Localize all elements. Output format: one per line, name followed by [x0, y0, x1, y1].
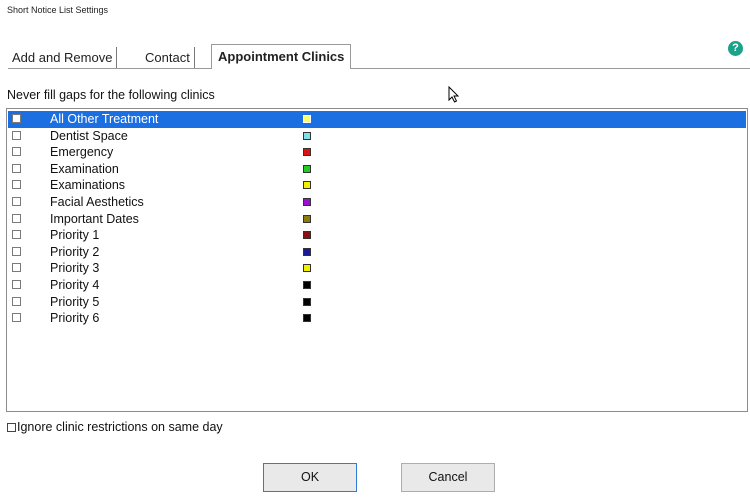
- clinic-checkbox[interactable]: [12, 213, 21, 223]
- section-label: Never fill gaps for the following clinic…: [7, 88, 215, 102]
- clinic-label: Important Dates: [50, 211, 139, 226]
- tab-bar: Add and Remove Contact Appointment Clini…: [8, 44, 750, 70]
- clinic-checkbox[interactable]: [12, 197, 21, 206]
- ignore-restrictions-option[interactable]: Ignore clinic restrictions on same day: [7, 420, 223, 434]
- clinic-color-swatch: [303, 131, 311, 140]
- clinic-checkbox[interactable]: [12, 114, 21, 123]
- clinic-label: Priority 1: [50, 228, 100, 243]
- clinic-list[interactable]: All Other Treatment Dentist Space Emergenc…: [6, 108, 748, 412]
- clinic-label: Dentist Space: [50, 128, 128, 143]
- help-icon[interactable]: ?: [728, 41, 743, 56]
- clinic-label: Emergency: [50, 145, 114, 160]
- clinic-color-swatch: [303, 231, 311, 240]
- clinic-checkbox[interactable]: [12, 147, 21, 157]
- clinic-color-swatch: [303, 198, 311, 206]
- clinic-row[interactable]: Priority 2: [8, 244, 746, 261]
- clinic-row[interactable]: All Other Treatment: [8, 111, 746, 128]
- clinic-label: Priority 3: [50, 261, 100, 276]
- ok-button[interactable]: OK: [263, 463, 357, 492]
- clinic-checkbox[interactable]: [12, 280, 21, 289]
- clinic-color-swatch: [303, 181, 311, 190]
- clinic-checkbox[interactable]: [12, 180, 21, 190]
- clinic-label: Examination: [50, 161, 119, 176]
- clinic-label: Priority 5: [50, 294, 100, 309]
- clinic-row[interactable]: Priority 1: [8, 227, 746, 244]
- tab-contact[interactable]: Contact: [141, 47, 195, 68]
- clinic-checkbox[interactable]: [12, 296, 21, 306]
- clinic-color-swatch: [303, 264, 311, 273]
- window-title: Short Notice List Settings: [7, 5, 109, 15]
- tab-appointment-clinics[interactable]: Appointment Clinics: [211, 44, 352, 69]
- clinic-label: All Other Treatment: [50, 112, 159, 126]
- clinic-color-swatch: [303, 247, 311, 256]
- clinic-row[interactable]: Dentist Space: [8, 128, 746, 145]
- clinic-row[interactable]: Examination: [8, 161, 746, 178]
- clinic-checkbox[interactable]: [12, 263, 21, 273]
- clinic-color-swatch: [303, 281, 311, 289]
- clinic-checkbox[interactable]: [12, 163, 21, 173]
- clinic-color-swatch: [303, 148, 311, 157]
- clinic-checkbox[interactable]: [12, 246, 21, 256]
- clinic-color-swatch: [303, 115, 311, 123]
- clinic-row[interactable]: Emergency: [8, 144, 746, 161]
- clinic-color-swatch: [303, 214, 311, 223]
- clinic-color-swatch: [303, 314, 311, 323]
- mouse-cursor-icon: [448, 86, 460, 103]
- clinic-label: Priority 6: [50, 311, 100, 326]
- clinic-label: Priority 4: [50, 278, 100, 292]
- tab-divider-line: [8, 68, 750, 69]
- tab-add-and-remove[interactable]: Add and Remove: [8, 47, 118, 68]
- ignore-restrictions-checkbox[interactable]: [7, 423, 16, 432]
- clinic-row[interactable]: Examinations: [8, 177, 746, 194]
- clinic-label: Facial Aesthetics: [50, 195, 144, 209]
- clinic-checkbox[interactable]: [12, 230, 21, 240]
- clinic-row[interactable]: Priority 3: [8, 260, 746, 277]
- clinic-row[interactable]: Priority 4: [8, 277, 746, 294]
- ignore-restrictions-label: Ignore clinic restrictions on same day: [17, 420, 223, 434]
- clinic-row[interactable]: Priority 5: [8, 294, 746, 311]
- clinic-row[interactable]: Priority 6: [8, 310, 746, 327]
- clinic-color-swatch: [303, 164, 311, 173]
- clinic-row[interactable]: Facial Aesthetics: [8, 194, 746, 211]
- clinic-label: Priority 2: [50, 244, 100, 259]
- clinic-row[interactable]: Important Dates: [8, 211, 746, 228]
- clinic-color-swatch: [303, 297, 311, 306]
- clinic-checkbox[interactable]: [12, 313, 21, 323]
- clinic-checkbox[interactable]: [12, 130, 21, 140]
- cancel-button[interactable]: Cancel: [401, 463, 495, 492]
- clinic-label: Examinations: [50, 178, 126, 193]
